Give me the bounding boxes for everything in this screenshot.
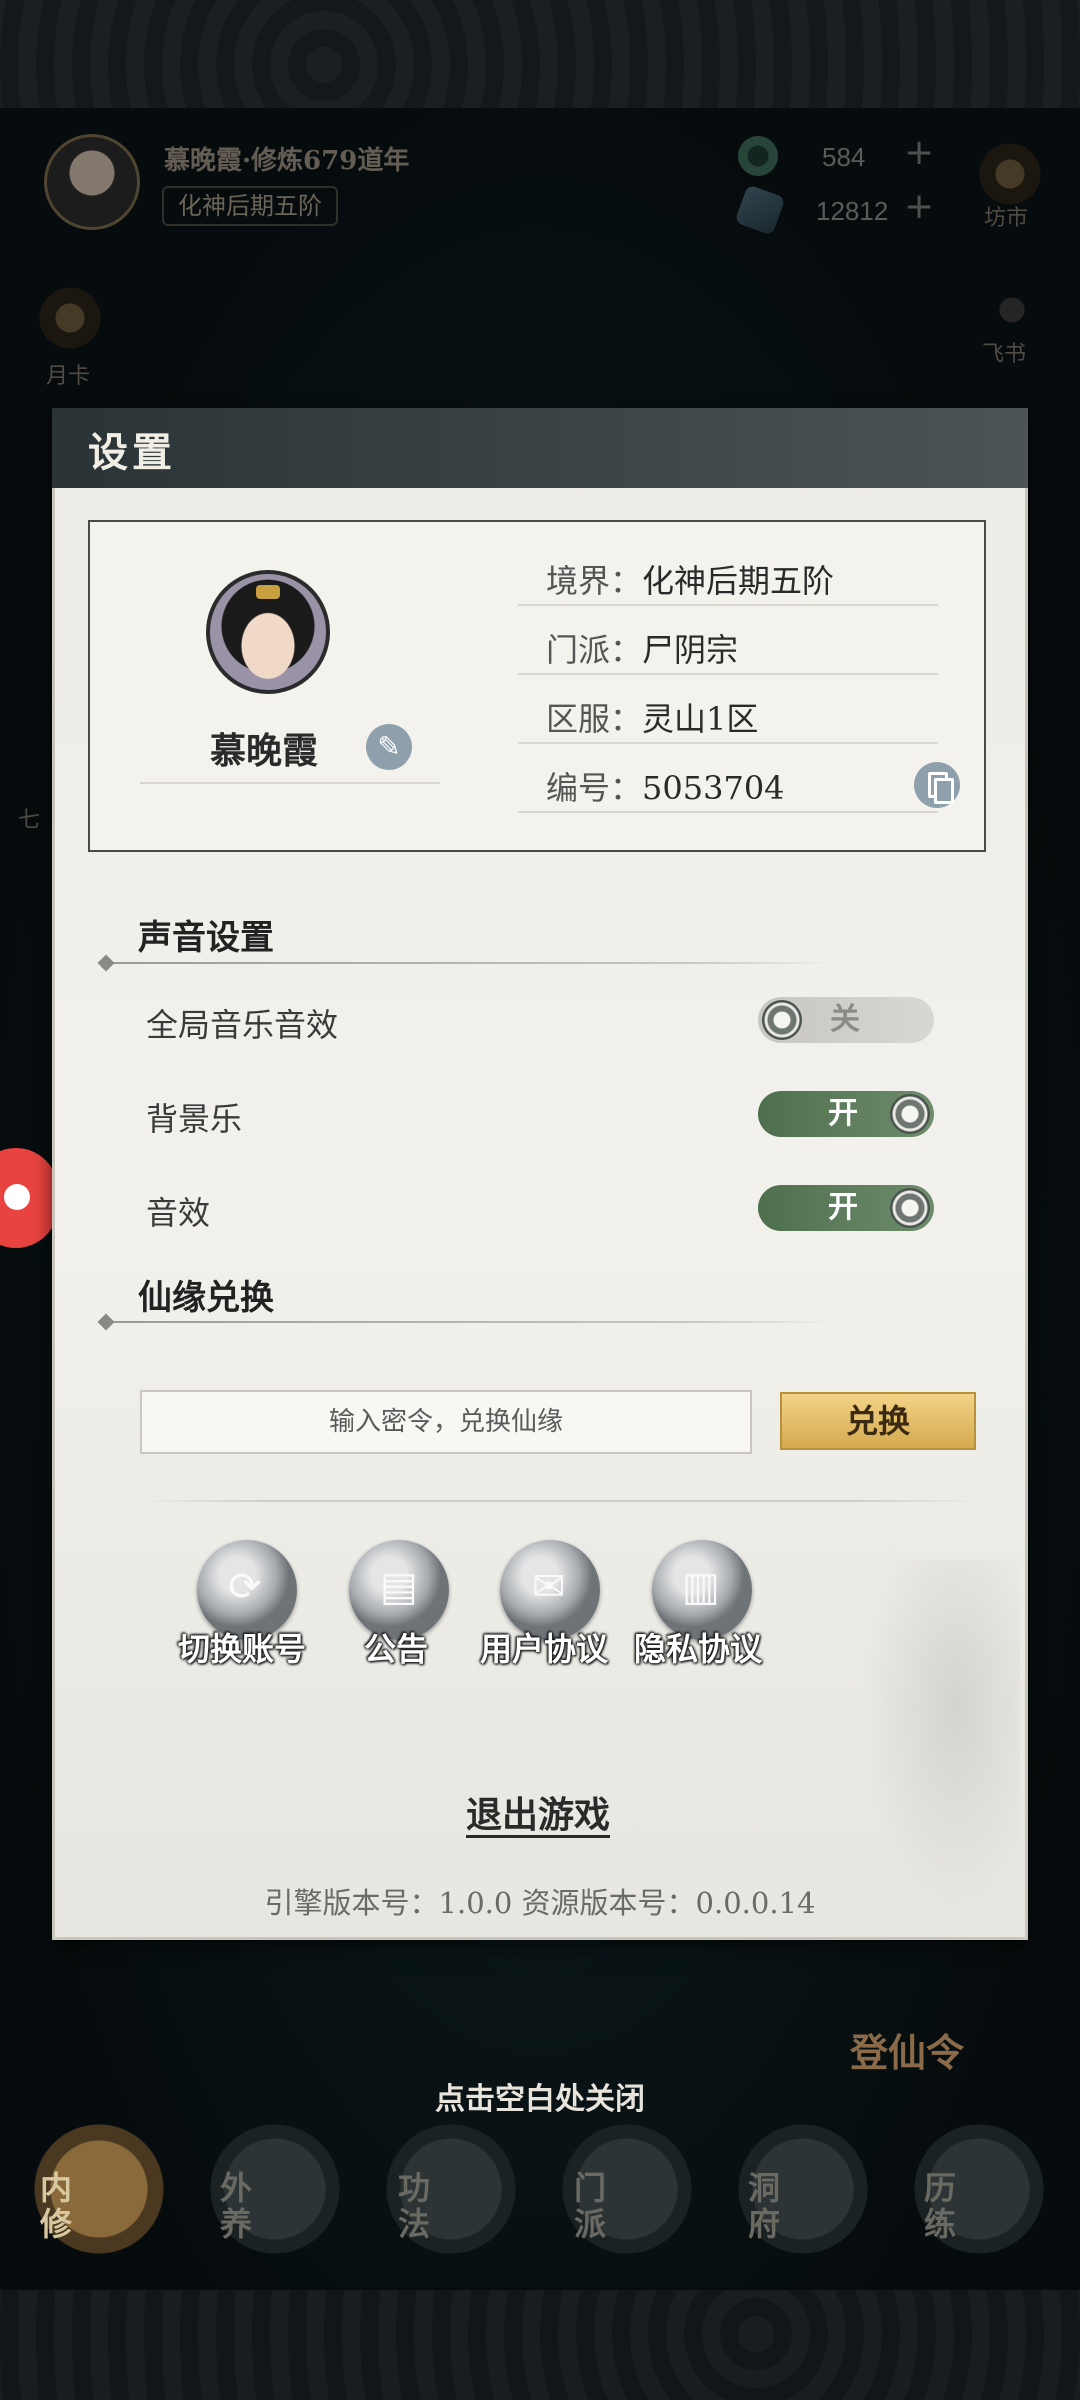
rolled-scroll-icon: ✉ [532, 1564, 566, 1610]
edit-name-icon[interactable]: ✎ [366, 724, 412, 770]
settings-header [52, 408, 1028, 488]
redeem-button[interactable]: 兑换 [780, 1392, 976, 1450]
mountain-decoration [860, 1560, 1020, 1920]
info-row-id: 编号：5053704 [546, 763, 785, 809]
copy-id-icon[interactable] [914, 762, 960, 808]
info-value: 5053704 [642, 769, 785, 807]
actions-divider [140, 1500, 980, 1502]
version-text: 引擎版本号：1.0.0 资源版本号：0.0.0.14 [264, 1886, 816, 1920]
toggle-state: 开 [828, 1096, 858, 1131]
dengxianling-label[interactable]: 登仙令 [850, 2022, 964, 2077]
nav-label-4: 洞府 [748, 2169, 781, 2243]
settings-title: 设置 [88, 429, 176, 476]
nav-label-5: 历练 [924, 2169, 957, 2243]
nav-label-0: 内修 [40, 2169, 73, 2243]
nav-label-1: 外养 [220, 2169, 253, 2243]
profile-card [88, 520, 986, 852]
nav-label-2: 功法 [398, 2169, 431, 2243]
info-value: 化神后期五阶 [642, 562, 835, 600]
info-divider [518, 604, 938, 606]
info-value: 灵山1区 [642, 700, 759, 738]
info-label: 境界： [546, 562, 643, 600]
info-row-server: 区服：灵山1区 [546, 694, 758, 740]
bgm-toggle[interactable]: 开 [758, 1091, 934, 1137]
info-divider [518, 673, 938, 675]
hair-ornament-icon [256, 585, 280, 599]
info-label: 区服： [546, 700, 643, 738]
section-divider [104, 1321, 834, 1323]
toggle-state: 关 [830, 1002, 860, 1037]
redeem-section-title: 仙缘兑换 [138, 1278, 274, 1318]
name-underline [140, 782, 440, 784]
notice-label: 公告 [364, 1630, 429, 1668]
sfx-label: 音效 [146, 1194, 211, 1232]
info-label: 门派： [546, 631, 643, 669]
close-hint: 点击空白处关闭 [435, 2082, 645, 2117]
sfx-toggle[interactable]: 开 [758, 1185, 934, 1231]
scroll-notice-icon: ▤ [380, 1564, 418, 1610]
info-row-realm: 境界：化神后期五阶 [546, 556, 834, 602]
swap-account-icon: ⟳ [228, 1564, 262, 1610]
profile-name: 慕晚霞 [210, 730, 319, 772]
info-divider [518, 811, 938, 813]
redeem-code-input[interactable] [140, 1390, 752, 1454]
exit-game-button[interactable]: 退出游戏 [466, 1786, 610, 1838]
yin-yang-icon [762, 1000, 802, 1040]
info-row-sect: 门派：尸阴宗 [546, 625, 738, 671]
swap-account-label: 切换账号 [178, 1630, 307, 1668]
assistant-face-icon [4, 1184, 30, 1210]
bottom-decor-band [0, 2290, 1080, 2400]
open-book-icon: ▥ [682, 1564, 720, 1610]
info-label: 编号： [546, 769, 643, 807]
toggle-state: 开 [828, 1190, 858, 1225]
global-sound-toggle[interactable]: 关 [758, 997, 934, 1043]
info-value: 尸阴宗 [642, 631, 739, 669]
yin-yang-icon [890, 1094, 930, 1134]
privacy-agreement-label: 隐私协议 [634, 1630, 763, 1668]
top-decor-band [0, 0, 1080, 108]
user-agreement-label: 用户协议 [480, 1630, 609, 1668]
yin-yang-icon [890, 1188, 930, 1228]
nav-label-3: 门派 [574, 2169, 607, 2243]
bgm-label: 背景乐 [146, 1100, 243, 1138]
global-sound-label: 全局音乐音效 [146, 1006, 339, 1044]
info-divider [518, 742, 938, 744]
section-divider [104, 962, 834, 964]
sound-section-title: 声音设置 [138, 918, 274, 958]
